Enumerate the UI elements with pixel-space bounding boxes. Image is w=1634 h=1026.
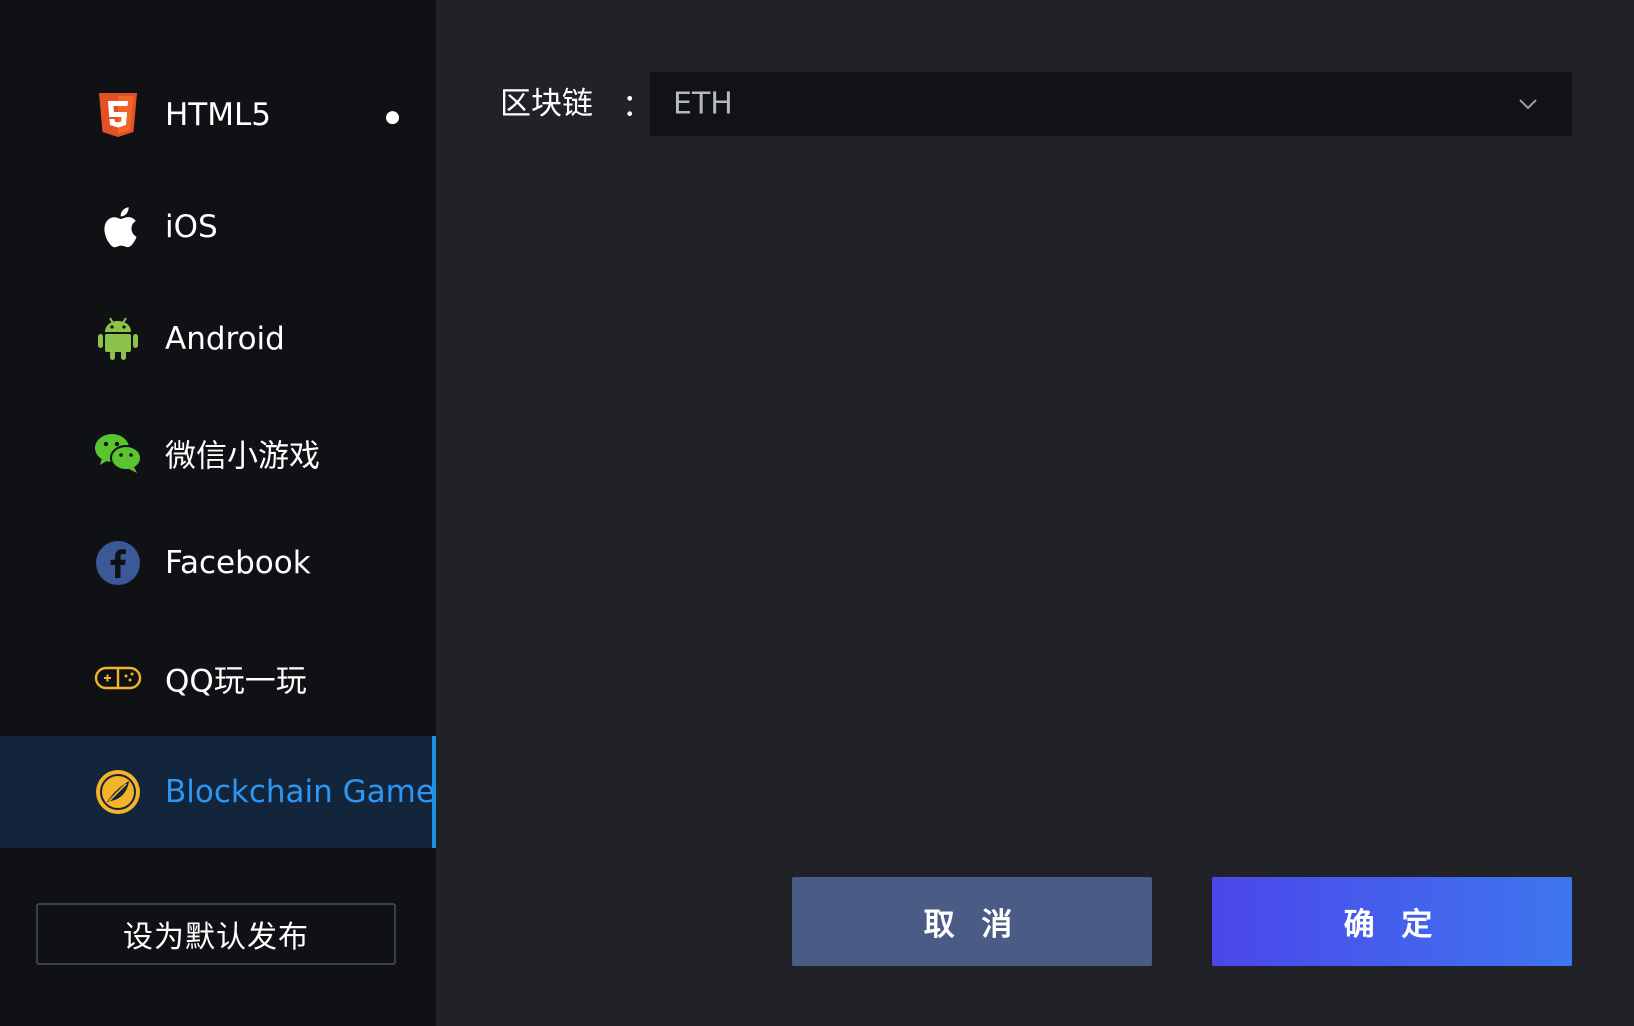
blockchain-select[interactable]: ETH: [650, 72, 1572, 136]
field-colon: ：: [622, 88, 653, 124]
facebook-icon: [94, 539, 142, 587]
sidebar-item-label: HTML5: [165, 97, 271, 133]
sidebar-item-facebook[interactable]: Facebook: [0, 507, 436, 619]
sidebar-item-qq-play[interactable]: QQ玩一玩: [0, 622, 436, 734]
sidebar-item-label: iOS: [165, 209, 218, 245]
publish-dialog: HTML5 iOS Android 微信小游戏 Facebook QQ玩一玩 B…: [0, 0, 1634, 1026]
confirm-button[interactable]: 确 定: [1212, 877, 1572, 966]
sidebar-item-label: 微信小游戏: [165, 438, 320, 475]
android-icon: [94, 315, 142, 363]
blockchain-icon: [94, 768, 142, 816]
sidebar-item-ios[interactable]: iOS: [0, 171, 436, 283]
sidebar-item-label: Blockchain Game: [165, 774, 435, 810]
html5-icon: [94, 91, 142, 139]
sidebar-item-label: QQ玩一玩: [165, 663, 307, 700]
set-default-publish-button[interactable]: 设为默认发布: [36, 903, 396, 965]
chevron-down-icon: [1518, 94, 1538, 114]
blockchain-field-label: 区块链: [500, 86, 593, 122]
sidebar-item-html5[interactable]: HTML5: [0, 59, 436, 171]
blockchain-select-value: ETH: [673, 86, 733, 122]
apple-icon: [94, 203, 142, 251]
gamepad-icon: [94, 654, 142, 702]
default-indicator-dot: [386, 111, 399, 125]
sidebar-item-blockchain-game[interactable]: Blockchain Game: [0, 736, 436, 848]
cancel-button[interactable]: 取 消: [792, 877, 1152, 966]
sidebar-item-label: Facebook: [165, 545, 311, 581]
platform-sidebar: HTML5 iOS Android 微信小游戏 Facebook QQ玩一玩 B…: [0, 0, 436, 1026]
sidebar-item-wechat[interactable]: 微信小游戏: [0, 397, 436, 509]
wechat-icon: [94, 429, 142, 477]
sidebar-item-android[interactable]: Android: [0, 283, 436, 395]
sidebar-item-label: Android: [165, 321, 285, 357]
